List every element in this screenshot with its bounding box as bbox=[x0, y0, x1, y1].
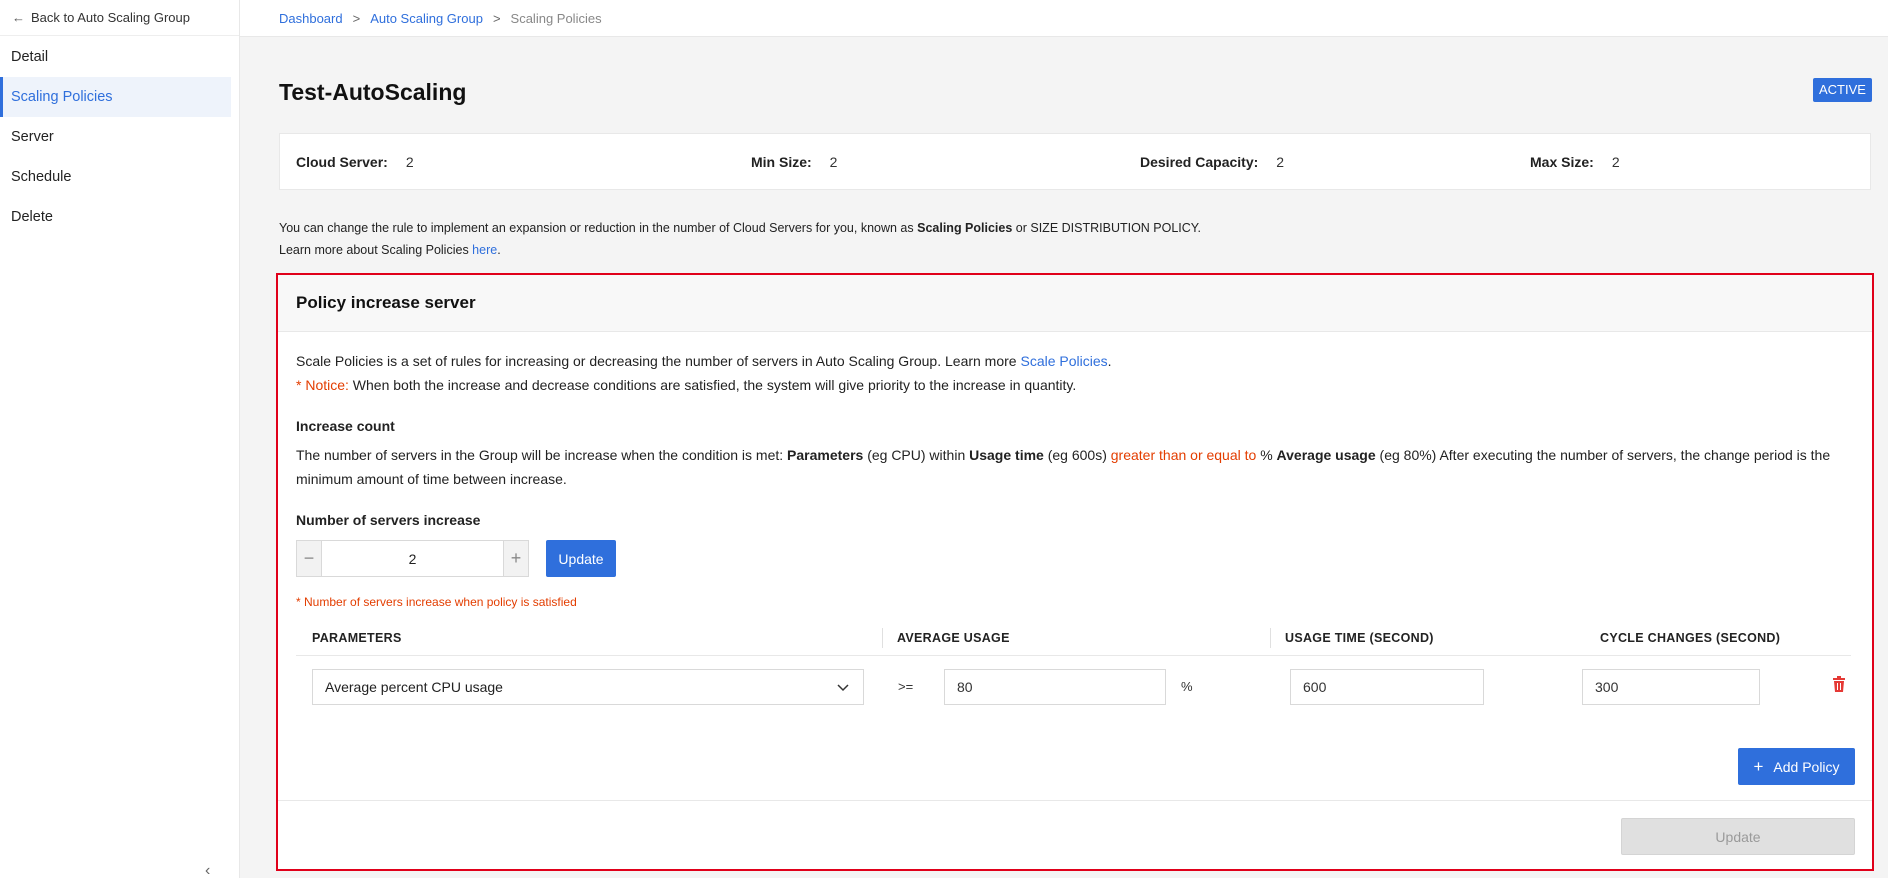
breadcrumb-current: Scaling Policies bbox=[510, 10, 602, 26]
servers-increase-stepper: − + bbox=[296, 540, 529, 577]
max-size-label: Max Size: bbox=[1530, 154, 1594, 170]
policy-intro: Scale Policies is a set of rules for inc… bbox=[296, 349, 1836, 397]
plus-icon: + bbox=[1753, 756, 1764, 776]
servers-increase-input[interactable] bbox=[321, 541, 504, 576]
average-usage-input[interactable] bbox=[944, 669, 1166, 705]
policy-increase-panel: Policy increase server Scale Policies is… bbox=[276, 273, 1874, 871]
cond-bold: Usage time bbox=[969, 447, 1044, 463]
operator-label: >= bbox=[898, 679, 914, 694]
header-parameters: PARAMETERS bbox=[312, 631, 402, 645]
header-average-usage: AVERAGE USAGE bbox=[882, 628, 1010, 648]
chevron-down-icon bbox=[837, 679, 849, 695]
status-badge: ACTIVE bbox=[1813, 78, 1872, 102]
usage-time-input[interactable] bbox=[1290, 669, 1484, 705]
summary-cloud-server: Cloud Server: 2 bbox=[296, 154, 414, 170]
learn-more-link[interactable]: here bbox=[472, 243, 497, 257]
servers-increase-hint: * Number of servers increase when policy… bbox=[296, 595, 577, 609]
header-cycle-changes: CYCLE CHANGES (SECOND) bbox=[1600, 631, 1781, 645]
sidebar: ← Back to Auto Scaling Group Detail Scal… bbox=[0, 0, 240, 878]
cond-text: The number of servers in the Group will … bbox=[296, 447, 788, 463]
plus-icon[interactable]: + bbox=[504, 541, 528, 576]
breadcrumb-dashboard[interactable]: Dashboard bbox=[279, 11, 343, 26]
cond-highlight: greater than or equal to bbox=[1110, 447, 1257, 463]
servers-increase-label: Number of servers increase bbox=[296, 512, 481, 528]
intro-text: . bbox=[1107, 353, 1112, 369]
minus-icon[interactable]: − bbox=[297, 541, 321, 576]
description-line-1: You can change the rule to implement an … bbox=[279, 217, 1201, 239]
increase-count-title: Increase count bbox=[296, 418, 395, 434]
cond-bold: Average usage bbox=[1276, 447, 1376, 463]
breadcrumb-separator: > bbox=[352, 10, 361, 26]
policy-update-button[interactable]: Update bbox=[1621, 818, 1855, 855]
cycle-changes-input[interactable] bbox=[1582, 669, 1760, 705]
breadcrumb: Dashboard > Auto Scaling Group > Scaling… bbox=[240, 0, 1888, 37]
summary-desired-capacity: Desired Capacity: 2 bbox=[1140, 154, 1284, 170]
max-size-value: 2 bbox=[1611, 154, 1620, 170]
min-size-value: 2 bbox=[829, 154, 838, 170]
description-text: or SIZE DISTRIBUTION POLICY. bbox=[1012, 221, 1202, 235]
scaling-description: You can change the rule to implement an … bbox=[279, 217, 1201, 261]
sidebar-item-server[interactable]: Server bbox=[0, 117, 239, 157]
add-policy-button[interactable]: + Add Policy bbox=[1738, 748, 1855, 785]
cond-text: % bbox=[1256, 447, 1277, 463]
delete-icon[interactable] bbox=[1832, 676, 1846, 695]
description-text: You can change the rule to implement an … bbox=[279, 221, 918, 235]
sidebar-item-delete[interactable]: Delete bbox=[0, 197, 239, 237]
policy-table-header: PARAMETERS AVERAGE USAGE USAGE TIME (SEC… bbox=[296, 620, 1851, 656]
panel-divider bbox=[278, 800, 1872, 801]
back-link-label: Back to Auto Scaling Group bbox=[31, 10, 190, 25]
breadcrumb-auto-scaling-group[interactable]: Auto Scaling Group bbox=[370, 11, 483, 26]
summary-min-size: Min Size: 2 bbox=[751, 154, 837, 170]
description-bold: Scaling Policies bbox=[917, 221, 1013, 235]
page-title: Test-AutoScaling bbox=[279, 79, 467, 105]
sidebar-item-detail[interactable]: Detail bbox=[0, 37, 239, 77]
intro-text: Scale Policies is a set of rules for inc… bbox=[296, 353, 1021, 369]
breadcrumb-separator: > bbox=[492, 10, 501, 26]
increase-condition-text: The number of servers in the Group will … bbox=[296, 443, 1836, 491]
update-count-button[interactable]: Update bbox=[546, 540, 616, 577]
description-line-2: Learn more about Scaling Policies here. bbox=[279, 239, 1201, 261]
arrow-left-icon: ← bbox=[12, 10, 25, 25]
description-text: . bbox=[497, 243, 501, 257]
min-size-label: Min Size: bbox=[751, 154, 812, 170]
description-text: Learn more about Scaling Policies bbox=[279, 243, 473, 257]
summary-card: Cloud Server: 2 Min Size: 2 Desired Capaci… bbox=[279, 133, 1871, 190]
notice-label: * Notice: bbox=[296, 377, 349, 393]
chevron-left-icon[interactable]: ‹ bbox=[205, 862, 210, 878]
desired-capacity-label: Desired Capacity: bbox=[1140, 154, 1259, 170]
header-usage-time: USAGE TIME (SECOND) bbox=[1270, 628, 1434, 648]
add-policy-label: Add Policy bbox=[1773, 758, 1840, 775]
back-to-group-link[interactable]: ← Back to Auto Scaling Group bbox=[0, 0, 239, 36]
percent-unit: % bbox=[1181, 679, 1193, 694]
cond-text: (eg 600s) bbox=[1043, 447, 1111, 463]
parameter-select-value: Average percent CPU usage bbox=[325, 679, 503, 695]
scale-policies-link[interactable]: Scale Policies bbox=[1020, 353, 1107, 369]
parameter-select[interactable]: Average percent CPU usage bbox=[312, 669, 864, 705]
summary-max-size: Max Size: 2 bbox=[1530, 154, 1620, 170]
sidebar-item-schedule[interactable]: Schedule bbox=[0, 157, 239, 197]
cloud-server-value: 2 bbox=[405, 154, 414, 170]
sidebar-item-scaling-policies[interactable]: Scaling Policies bbox=[0, 77, 231, 117]
desired-capacity-value: 2 bbox=[1276, 154, 1285, 170]
cond-text: (eg CPU) within bbox=[863, 447, 970, 463]
cloud-server-label: Cloud Server: bbox=[296, 154, 388, 170]
cond-bold: Parameters bbox=[787, 447, 864, 463]
notice-text: When both the increase and decrease cond… bbox=[348, 377, 1077, 393]
policy-panel-title: Policy increase server bbox=[278, 275, 1872, 332]
